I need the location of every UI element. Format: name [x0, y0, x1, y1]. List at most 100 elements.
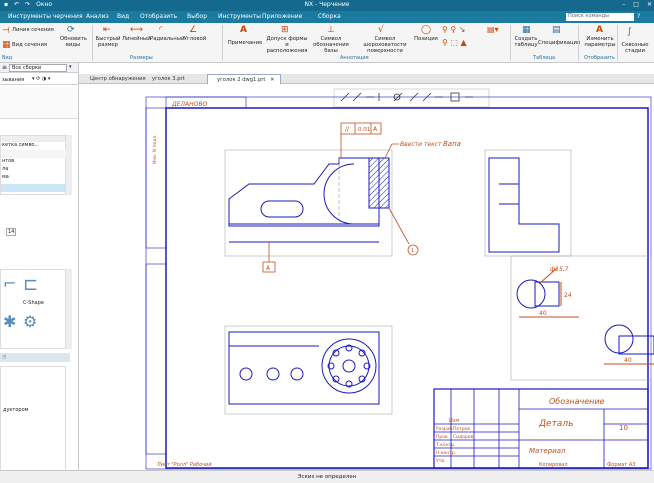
linear-dimension-button[interactable]: Линейный: [122, 36, 151, 42]
shape-counter: 14: [6, 228, 17, 236]
datum-symbol-button[interactable]: Символ обозначения базы: [308, 36, 354, 54]
datum-label: A: [266, 265, 271, 272]
detail-view[interactable]: [510, 255, 654, 381]
shape-l-icon[interactable]: ⌐: [3, 274, 21, 296]
display-group-label: Отобразить: [584, 55, 615, 61]
position-button[interactable]: Позиция: [414, 36, 438, 42]
tree-area: [0, 87, 78, 119]
edit-params-button[interactable]: Изменить параметры: [582, 36, 618, 48]
scale-value: 10: [619, 424, 628, 432]
star-shape-icon[interactable]: ✱: [3, 312, 21, 334]
side-view[interactable]: [484, 149, 572, 257]
annotation-extra-icon[interactable]: ⚲ ⬚ ▲: [442, 38, 467, 48]
refresh-icon: ⟳: [67, 25, 75, 35]
menu-application[interactable]: Приложение: [262, 13, 302, 20]
gear-icon[interactable]: ⚙: [23, 312, 41, 334]
close-icon[interactable]: ✕: [647, 1, 652, 8]
note-icon: A: [240, 25, 247, 35]
title-bar: ▪ ↶ ↷ Окно NX - Черчение – □ ✕: [0, 0, 654, 11]
status-bar: Эскиз не определен: [0, 470, 654, 483]
menu-tools-drafting[interactable]: Инструменты черчения: [8, 13, 83, 20]
command-search-input[interactable]: Поиск команды: [566, 13, 634, 21]
tab-discovery-center[interactable]: Центр обнаружения: [81, 74, 146, 84]
sketch-stages-button[interactable]: Сквозные стадии: [620, 42, 650, 54]
shapes-header: 14: [0, 226, 78, 238]
c-shape-icon[interactable]: ⊏: [23, 274, 41, 296]
table-scrollbar[interactable]: [66, 135, 72, 195]
table-row[interactable]: кетка симво...: [1, 142, 39, 148]
sketch-stages-icon: ∫: [627, 27, 632, 37]
tab-label: Центр обнаружения: [90, 76, 146, 82]
preview-text: дуктором: [3, 407, 29, 413]
menu-assembly[interactable]: Сборка: [318, 13, 341, 20]
chevron-down-icon[interactable]: ▾: [69, 64, 72, 70]
tab-ugolok-2-dwg[interactable]: уголок 2 dwg1.prt ✕: [207, 74, 281, 84]
menu-tools[interactable]: Инструменты: [218, 13, 261, 20]
note-value: Вапа: [443, 140, 461, 148]
nx-drafting-window: ▪ ↶ ↷ Окно NX - Черчение – □ ✕ Инструмен…: [0, 0, 654, 483]
drawing-canvas[interactable]: ДЕЛАНОВО // 0.01 A Ввести текст Вапа 1 A: [79, 84, 654, 470]
close-icon[interactable]: ✕: [270, 77, 274, 83]
table-row[interactable]: ла: [1, 166, 8, 172]
note-button[interactable]: Примечание: [225, 40, 265, 46]
create-table-button[interactable]: Создать таблицу: [512, 36, 540, 48]
menu-bar: Инструменты черчения Анализ Вид Отобрази…: [0, 11, 654, 23]
table-row[interactable]: [1, 150, 67, 158]
position-icon: ◯: [421, 25, 432, 35]
table-group-label: Таблица: [533, 55, 556, 61]
tab-ugolok-3[interactable]: уголок 3.prt: [143, 74, 203, 84]
gdt-button[interactable]: Допуск формы и расположения: [266, 36, 308, 54]
section-line-button[interactable]: Линия сечения: [12, 27, 54, 33]
menu-icon[interactable]: ≡: [2, 64, 7, 71]
gdt-frame[interactable]: [262, 122, 419, 273]
datum-icon: ⊥: [327, 25, 335, 35]
preview-area: дуктором: [0, 366, 66, 478]
status-text: Эскиз не определен: [297, 474, 357, 480]
horizontal-dimension: 40: [539, 310, 547, 317]
annotation-group-label: Аннотация: [340, 55, 369, 61]
top-corner-tag: ДЕЛАНОВО: [171, 101, 207, 108]
gdt-tolerance: 0.01: [358, 127, 370, 133]
drawing-sheet[interactable]: ДЕЛАНОВО // 0.01 A Ввести текст Вапа 1 A: [79, 84, 654, 470]
assembly-filter-select[interactable]: Все сборки: [9, 64, 67, 72]
section-view-button[interactable]: Вид сечения: [12, 42, 47, 48]
table-row[interactable]: ма: [1, 174, 9, 180]
snap-toolbar[interactable]: [333, 88, 490, 108]
parts-list-button[interactable]: Спецификация: [538, 40, 580, 46]
refresh-views-button[interactable]: Обновить виды: [60, 36, 87, 48]
menu-view[interactable]: Вид: [117, 13, 129, 20]
radial-dimension-button[interactable]: Радиальный: [150, 36, 184, 42]
sheet-frame: [145, 96, 652, 470]
quick-dimension-button[interactable]: Быстрый размер: [94, 36, 122, 48]
search-row: зывания ▾ ⟳ ◑ ▾: [0, 75, 78, 85]
table-row-selected[interactable]: [1, 184, 67, 192]
front-view[interactable]: [224, 149, 393, 257]
edit-params-icon: A: [596, 25, 603, 35]
menu-select[interactable]: Выбор: [187, 13, 207, 20]
app-title: NX - Черчение: [304, 1, 350, 8]
palette-scrollbar[interactable]: [66, 269, 72, 349]
tab-label: уголок 2 dwg1.prt: [217, 77, 266, 83]
maximize-icon[interactable]: □: [633, 1, 639, 8]
help-icon[interactable]: ?: [637, 13, 640, 20]
paint-icon[interactable]: ▤▾: [487, 25, 499, 35]
navigator-tools-icon[interactable]: ▾ ⟳ ◑ ▾: [32, 76, 50, 82]
annotation-tools-icon[interactable]: ⚲ ⚲ ↘: [442, 25, 466, 35]
tab-label: уголок 3.prt: [152, 76, 185, 82]
selection-bar: ≡ Все сборки ▾: [0, 63, 78, 73]
angular-dimension-button[interactable]: Угловой: [182, 36, 208, 42]
menu-analysis[interactable]: Анализ: [86, 13, 109, 20]
stamp-row: Изм: [449, 418, 459, 424]
material-label: Материал: [529, 447, 566, 455]
menu-display[interactable]: Отобразить: [140, 13, 177, 20]
parts-table: кетка симво... нтов ла ма: [0, 135, 67, 195]
surface-finish-button[interactable]: Символ шероховатости поверхности: [355, 36, 415, 54]
sidebar-inventory-label: Инв. N подл.: [152, 134, 158, 164]
ribbon-divider: [92, 25, 93, 61]
hand-cursor-icon: ☝: [2, 353, 7, 361]
section-line-icon: ⊣: [2, 26, 10, 36]
table-row[interactable]: нтов: [1, 158, 14, 164]
top-view[interactable]: [224, 325, 393, 415]
sheet-roll-label: Лист "Ролл" Рабочий: [156, 462, 212, 468]
minimize-icon[interactable]: –: [622, 1, 625, 8]
